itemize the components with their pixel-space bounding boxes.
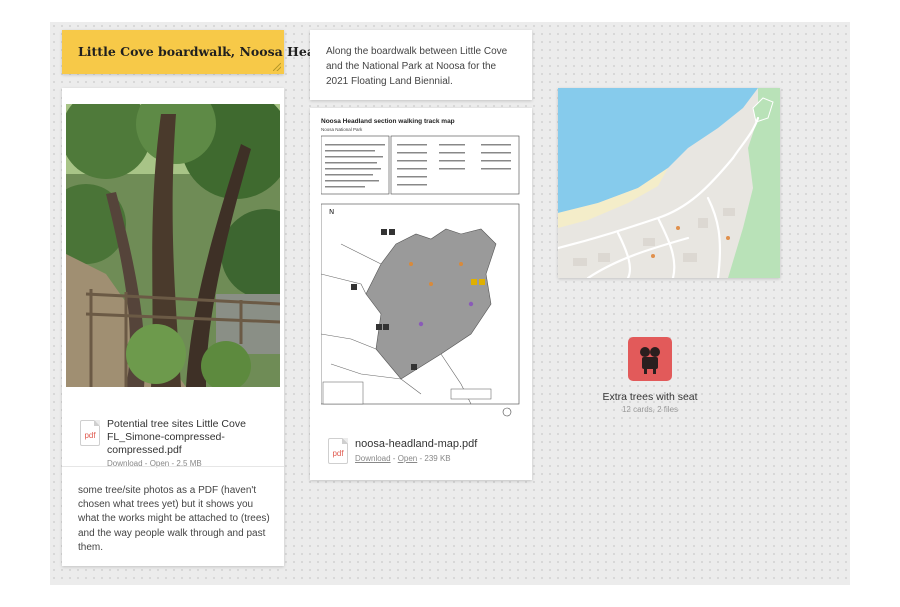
- collection-meta: 12 cards, 2 files: [621, 405, 679, 414]
- card-description: some tree/site photos as a PDF (haven't …: [78, 485, 270, 553]
- map-preview[interactable]: Noosa Headland section walking track map…: [318, 116, 524, 422]
- boardwalk-photo[interactable]: [66, 104, 280, 387]
- pdf-icon: pdf: [328, 438, 348, 464]
- file-size: 239 KB: [424, 454, 451, 463]
- download-link[interactable]: Download: [355, 454, 391, 463]
- map-file-name[interactable]: noosa-headland-map.pdf: [355, 438, 525, 451]
- text-note-card[interactable]: Along the boardwalk between Little Cove …: [310, 30, 532, 100]
- separator: -: [390, 454, 398, 463]
- pdf-icon: pdf: [80, 420, 100, 446]
- photo-pdf-card[interactable]: pdf Potential tree sites Little Cove FL_…: [62, 88, 284, 566]
- map-pdf-card[interactable]: Noosa Headland section walking track map…: [310, 108, 532, 480]
- resize-handle-icon[interactable]: [273, 63, 281, 71]
- svg-text:N: N: [329, 208, 334, 216]
- street-map-image: [558, 88, 780, 278]
- card-divider: [62, 466, 284, 467]
- collection-icon-tile[interactable]: [628, 337, 672, 381]
- open-link[interactable]: Open: [398, 454, 418, 463]
- note-text: Along the boardwalk between Little Cove …: [326, 46, 508, 87]
- map-file-meta: Download - Open - 239 KB: [355, 454, 451, 463]
- seat-icon: [640, 347, 660, 374]
- map-doc-subtitle: Noosa National Park: [321, 127, 363, 132]
- map-doc-title: Noosa Headland section walking track map: [321, 118, 455, 125]
- street-map-card[interactable]: [558, 88, 780, 278]
- collection-title[interactable]: Extra trees with seat: [560, 391, 740, 403]
- pdf-file-name[interactable]: Potential tree sites Little Cove FL_Simo…: [107, 418, 277, 457]
- title-note-card[interactable]: Little Cove boardwalk, Noosa Heads.: [62, 30, 335, 74]
- note-title: Little Cove boardwalk, Noosa Heads.: [78, 44, 336, 59]
